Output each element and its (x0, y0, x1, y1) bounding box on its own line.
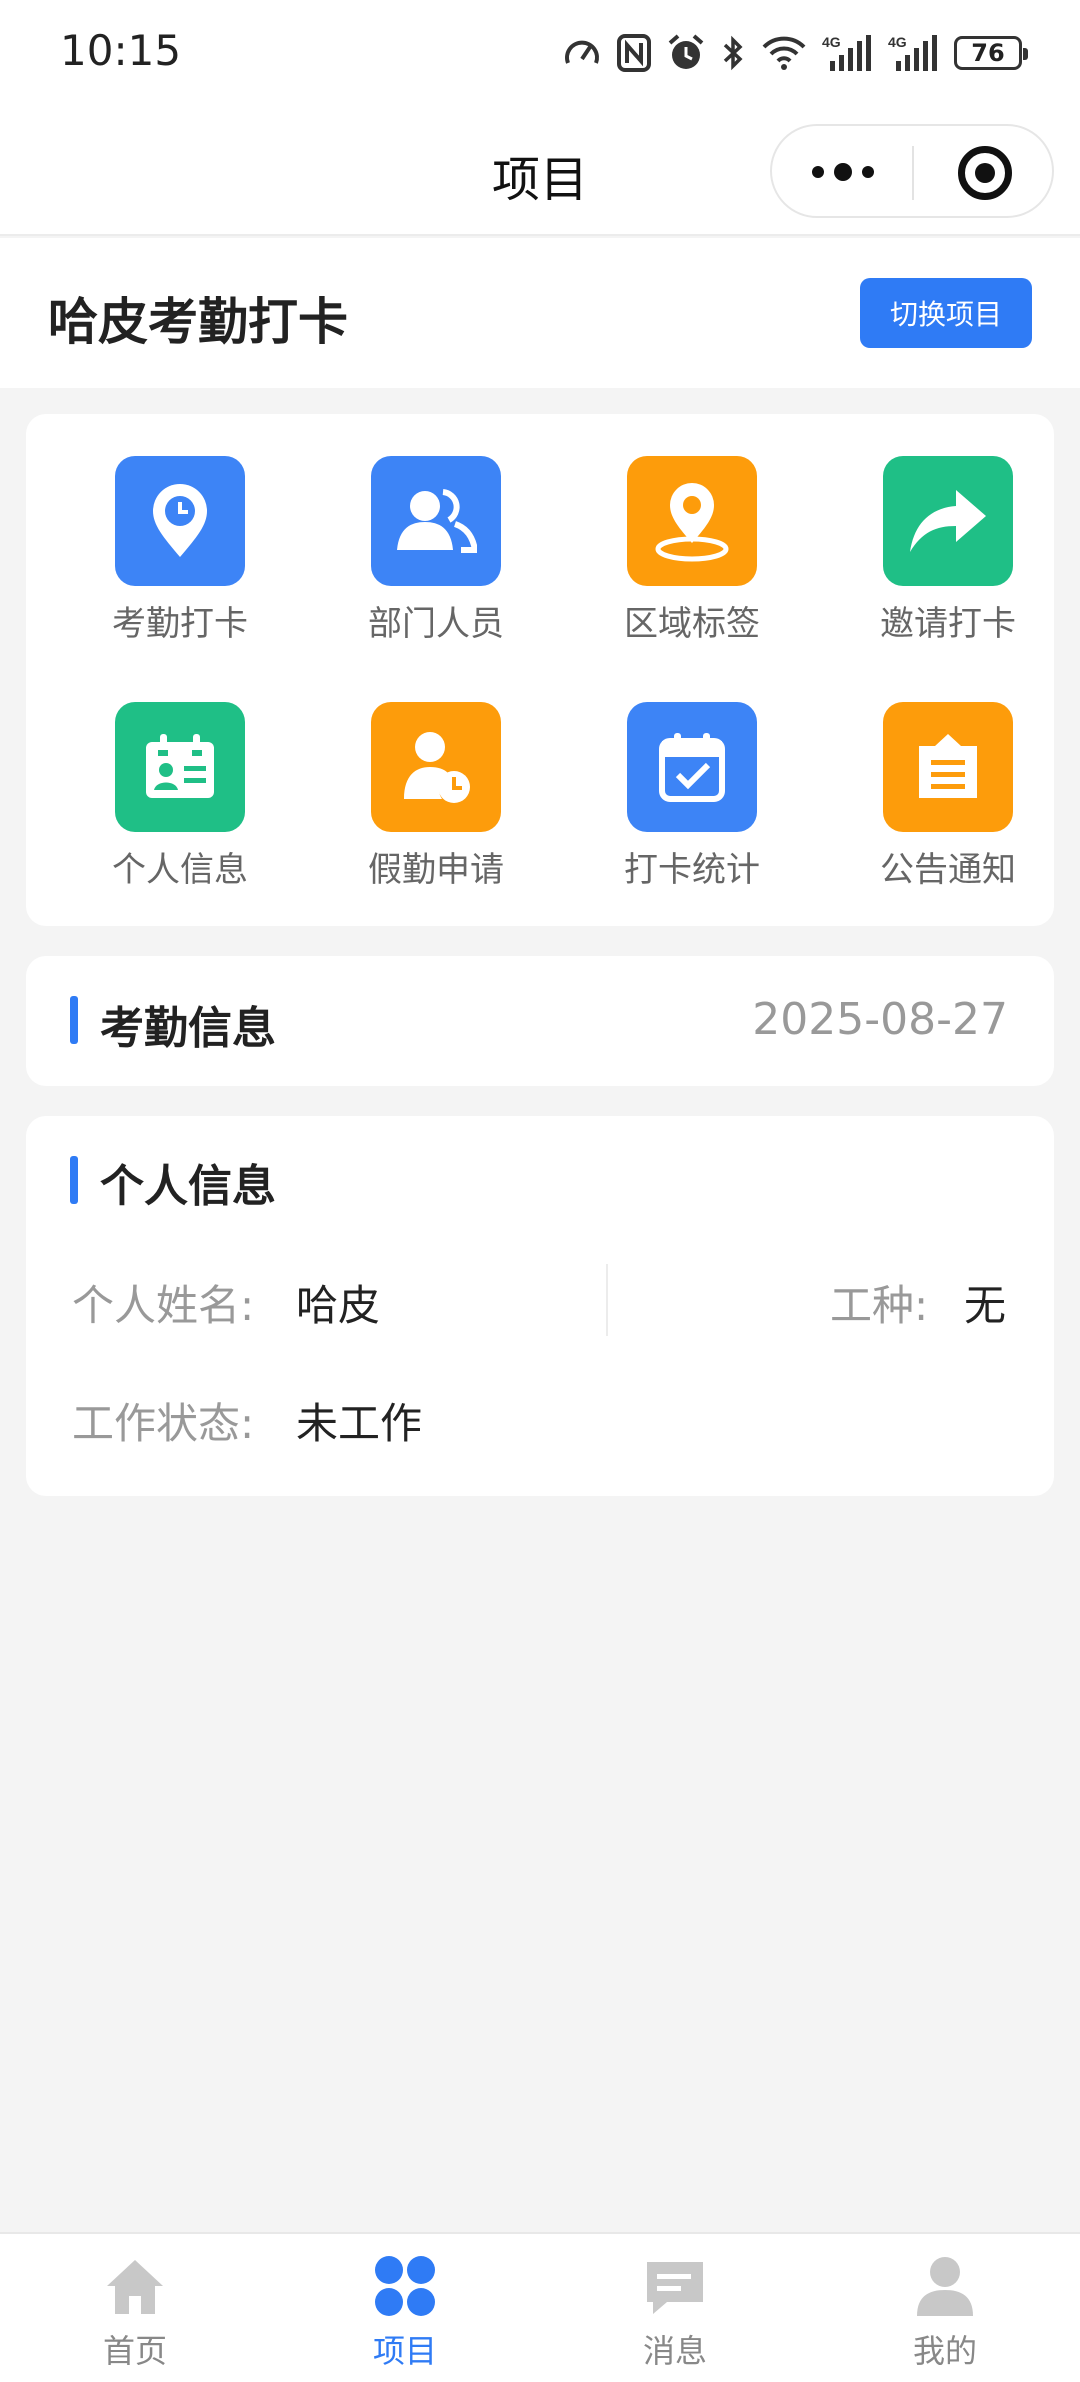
name-value: 哈皮 (296, 1281, 381, 1330)
name-label: 个人姓名: (72, 1281, 255, 1330)
grid-label: 个人信息 (112, 850, 248, 890)
home-icon (107, 2260, 163, 2314)
grid-item-invite-checkin[interactable]: 邀请打卡 (848, 456, 1048, 666)
switch-project-button[interactable]: 切换项目 (860, 278, 1032, 348)
status-bar: 10:15 4G 4G 76 (0, 0, 1080, 108)
status-time: 10:15 (60, 26, 182, 75)
alarm-icon (668, 34, 704, 69)
calendar-check-icon (627, 702, 757, 832)
tab-label: 项目 (372, 2332, 437, 2370)
project-name: 哈皮考勤打卡 (48, 293, 348, 351)
notice-board-icon (883, 702, 1013, 832)
svg-text:4G: 4G (888, 34, 907, 50)
function-grid-card: 考勤打卡 部门人员 区域标签 邀请打卡 个人信息 假勤申请 打卡统计 公告通知 (26, 414, 1054, 926)
bluetooth-icon (723, 35, 743, 71)
more-options-icon[interactable] (808, 146, 878, 198)
mini-program-capsule (770, 124, 1054, 218)
job-value: 无 (964, 1281, 1007, 1330)
location-clock-icon (115, 456, 245, 586)
app-screen: 10:15 4G 4G 76 项目 哈皮考勤打卡 切换项目 考勤打卡 部门人员 … (0, 0, 1080, 2382)
work-status-value: 未工作 (296, 1399, 423, 1448)
tab-label: 我的 (912, 2332, 977, 2370)
svg-text:4G: 4G (822, 34, 841, 50)
message-icon (647, 2262, 703, 2314)
grid-item-leave-request[interactable]: 假勤申请 (336, 702, 536, 912)
attendance-info-card[interactable]: 考勤信息 2025-08-27 (26, 956, 1054, 1086)
grid-item-personal-info[interactable]: 个人信息 (80, 702, 280, 912)
tab-project[interactable]: 项目 (270, 2234, 540, 2382)
share-arrow-icon (883, 456, 1013, 586)
attendance-section-title: 考勤信息 (100, 1003, 276, 1054)
grid-item-announcements[interactable]: 公告通知 (848, 702, 1048, 912)
tab-label: 首页 (102, 2332, 167, 2370)
work-status-label: 工作状态: (72, 1399, 255, 1448)
people-icon (371, 456, 501, 586)
attendance-date: 2025-08-27 (752, 994, 1008, 1045)
wifi-icon (762, 36, 806, 70)
speedometer-icon (565, 40, 599, 64)
field-divider (606, 1264, 608, 1336)
grid-label: 区域标签 (624, 604, 760, 644)
grid-label: 假勤申请 (368, 850, 504, 890)
battery-indicator: 76 (954, 36, 1028, 70)
close-target-icon[interactable] (958, 146, 1012, 200)
tab-mine[interactable]: 我的 (810, 2234, 1080, 2382)
navigation-bar: 项目 (0, 108, 1080, 236)
id-card-icon (115, 702, 245, 832)
person-clock-icon (371, 702, 501, 832)
tab-home[interactable]: 首页 (0, 2234, 270, 2382)
grid-label: 公告通知 (880, 850, 1016, 890)
user-icon (917, 2257, 973, 2316)
project-header: 哈皮考勤打卡 切换项目 (0, 238, 1080, 388)
tab-label: 消息 (642, 2332, 707, 2370)
grid-label: 打卡统计 (624, 850, 760, 890)
grid-label: 邀请打卡 (880, 604, 1016, 644)
tab-messages[interactable]: 消息 (540, 2234, 810, 2382)
nfc-icon (617, 34, 651, 72)
status-icons: 4G 4G 76 (562, 30, 1028, 76)
battery-level: 76 (971, 39, 1005, 67)
personal-info-card: 个人信息 个人姓名: 哈皮 工种: 无 工作状态: 未工作 (26, 1116, 1054, 1496)
map-pin-icon (627, 456, 757, 586)
job-label: 工种: (830, 1281, 929, 1330)
capsule-divider (912, 146, 914, 200)
grid-label: 考勤打卡 (112, 604, 248, 644)
grid-item-department-staff[interactable]: 部门人员 (336, 456, 536, 666)
personal-section-title: 个人信息 (100, 1161, 276, 1212)
grid-clover-icon (375, 2256, 435, 2316)
section-marker (70, 1156, 78, 1204)
signal-4g-icon: 4G (822, 34, 871, 71)
signal-4g-icon: 4G (888, 34, 937, 71)
bottom-tab-bar: 首页 项目 消息 我的 (0, 2232, 1080, 2382)
grid-label: 部门人员 (368, 604, 504, 644)
grid-item-checkin-stats[interactable]: 打卡统计 (592, 702, 792, 912)
grid-item-area-tags[interactable]: 区域标签 (592, 456, 792, 666)
section-marker (70, 996, 78, 1044)
grid-item-attendance-checkin[interactable]: 考勤打卡 (80, 456, 280, 666)
